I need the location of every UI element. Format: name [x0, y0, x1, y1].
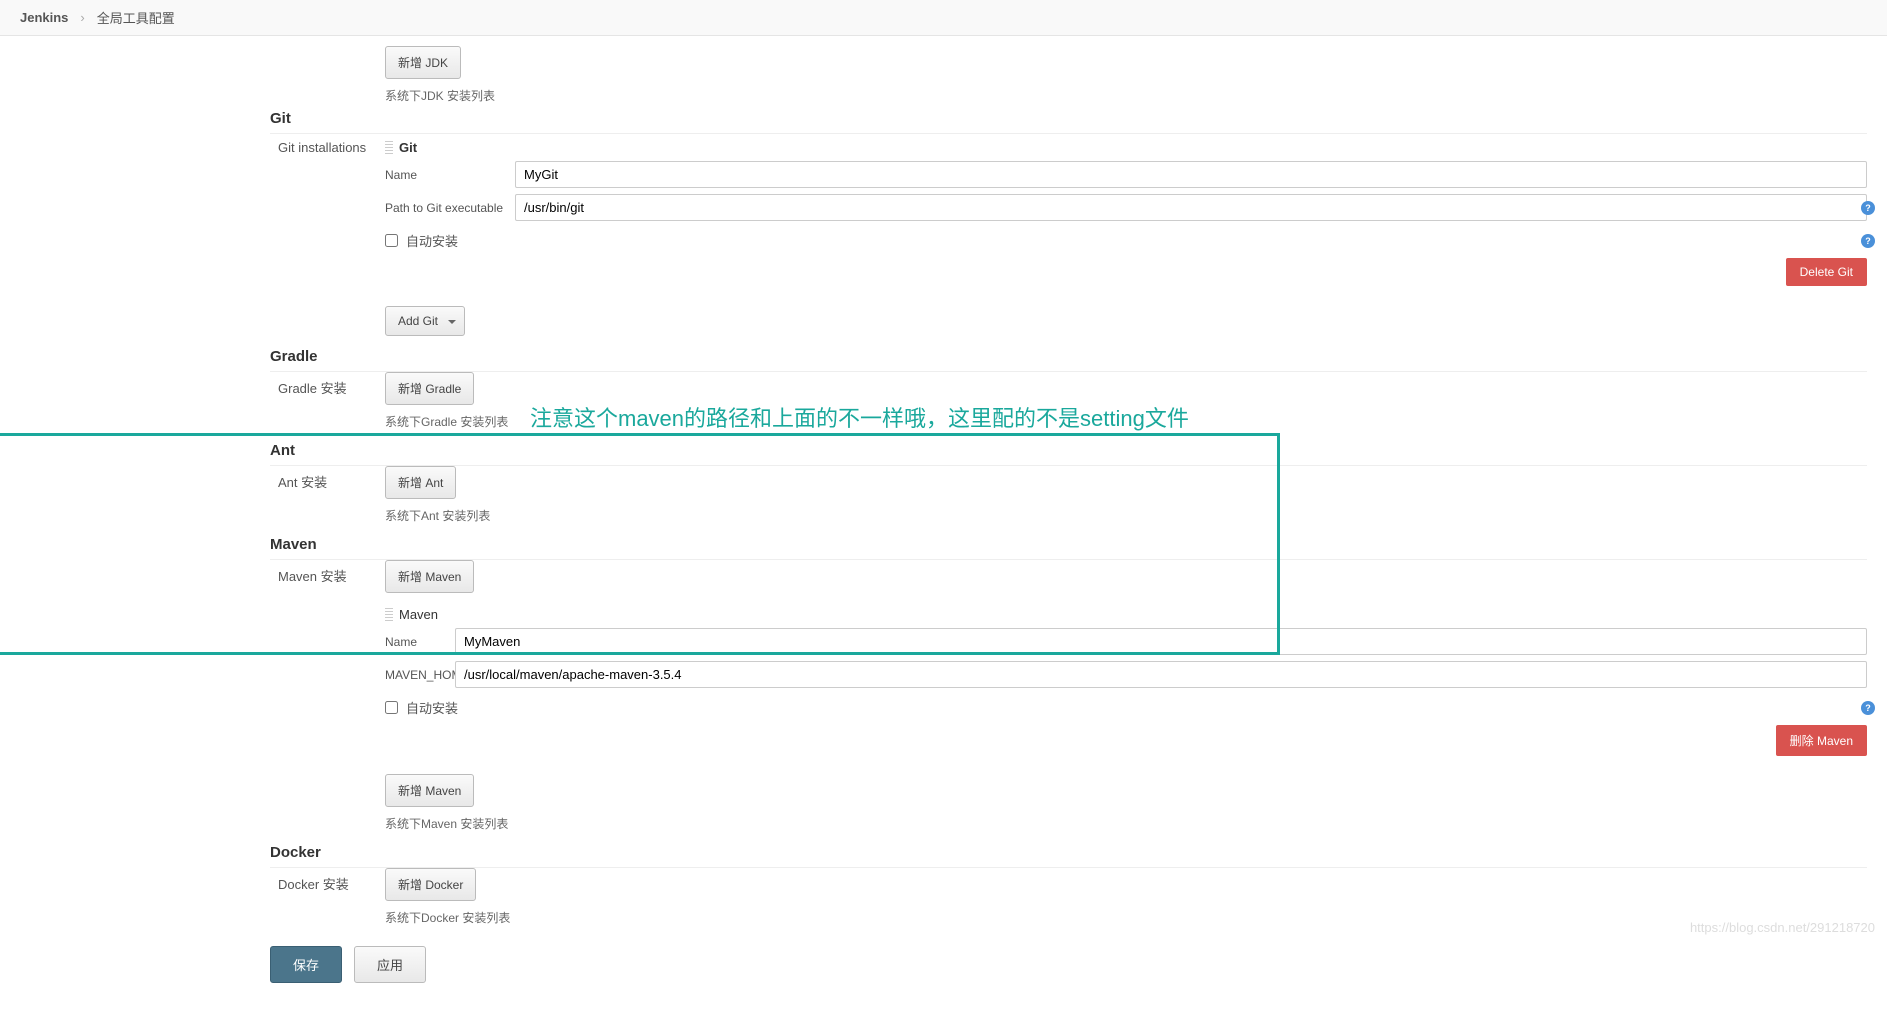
add-jdk-button[interactable]: 新增 JDK [385, 46, 461, 79]
maven-home-input[interactable] [455, 661, 1867, 688]
git-entry-title: Git [399, 140, 417, 155]
git-name-label: Name [385, 168, 515, 182]
maven-name-input[interactable] [455, 628, 1867, 655]
docker-hint: 系统下Docker 安装列表 [385, 909, 1867, 926]
docker-section: Docker Docker 安装 新增 Docker 系统下Docker 安装列… [270, 838, 1867, 926]
git-name-input[interactable] [515, 161, 1867, 188]
main-content: 新增 JDK 系统下JDK 安装列表 Git Git installations… [0, 36, 1887, 1023]
jdk-tool-area: 新增 JDK 系统下JDK 安装列表 [385, 46, 1867, 104]
footer-buttons: 保存 应用 [270, 946, 1867, 983]
git-path-input[interactable] [515, 194, 1867, 221]
maven-auto-install-label: 自动安装 [406, 698, 458, 717]
breadcrumb-separator-icon: › [80, 10, 84, 25]
drag-handle-icon[interactable] [385, 608, 393, 622]
maven-auto-install-checkbox[interactable] [385, 701, 398, 714]
add-docker-button[interactable]: 新增 Docker [385, 868, 476, 901]
help-icon[interactable]: ? [1861, 201, 1875, 215]
ant-subheading: Ant 安装 [270, 466, 385, 524]
git-auto-install-label: 自动安装 [406, 231, 458, 250]
maven-entry-title: Maven [399, 607, 438, 622]
help-icon[interactable]: ? [1861, 234, 1875, 248]
docker-subheading: Docker 安装 [270, 868, 385, 926]
git-auto-install-checkbox[interactable] [385, 234, 398, 247]
git-path-label: Path to Git executable [385, 201, 515, 215]
breadcrumb: Jenkins › 全局工具配置 [0, 0, 1887, 36]
git-entry: Git Name Path to Git executable ? 自动安装 [385, 134, 1867, 286]
save-button[interactable]: 保存 [270, 946, 342, 983]
watermark: https://blog.csdn.net/291218720 [1690, 920, 1875, 935]
add-gradle-button[interactable]: 新增 Gradle [385, 372, 474, 405]
add-ant-button[interactable]: 新增 Ant [385, 466, 456, 499]
ant-heading: Ant [270, 436, 1867, 466]
delete-git-button[interactable]: Delete Git [1786, 258, 1867, 286]
maven-heading: Maven [270, 530, 1867, 560]
git-section: Git Git installations Git Name Path to G… [270, 104, 1867, 336]
jdk-hint: 系统下JDK 安装列表 [385, 87, 1867, 104]
add-maven-button-bottom[interactable]: 新增 Maven [385, 774, 474, 807]
maven-hint: 系统下Maven 安装列表 [385, 815, 1867, 832]
help-icon[interactable]: ? [1861, 701, 1875, 715]
ant-hint: 系统下Ant 安装列表 [385, 507, 1867, 524]
git-heading: Git [270, 104, 1867, 134]
add-maven-button-top[interactable]: 新增 Maven [385, 560, 474, 593]
delete-maven-button[interactable]: 删除 Maven [1776, 725, 1867, 756]
breadcrumb-root[interactable]: Jenkins [20, 10, 68, 25]
gradle-heading: Gradle [270, 342, 1867, 372]
drag-handle-icon[interactable] [385, 141, 393, 155]
maven-section: Maven Maven 安装 新增 Maven Maven Name MAVEN… [270, 530, 1867, 832]
git-subheading: Git installations [270, 134, 385, 336]
add-git-button[interactable]: Add Git [385, 306, 465, 336]
breadcrumb-current[interactable]: 全局工具配置 [97, 8, 175, 27]
maven-subheading: Maven 安装 [270, 560, 385, 832]
gradle-subheading: Gradle 安装 [270, 372, 385, 430]
docker-heading: Docker [270, 838, 1867, 868]
maven-entry: Maven Name MAVEN_HOME 自动安装 ? [385, 601, 1867, 756]
ant-section: Ant Ant 安装 新增 Ant 系统下Ant 安装列表 [270, 436, 1867, 524]
annotation-text: 注意这个maven的路径和上面的不一样哦，这里配的不是setting文件 [530, 401, 1189, 433]
apply-button[interactable]: 应用 [354, 946, 426, 983]
